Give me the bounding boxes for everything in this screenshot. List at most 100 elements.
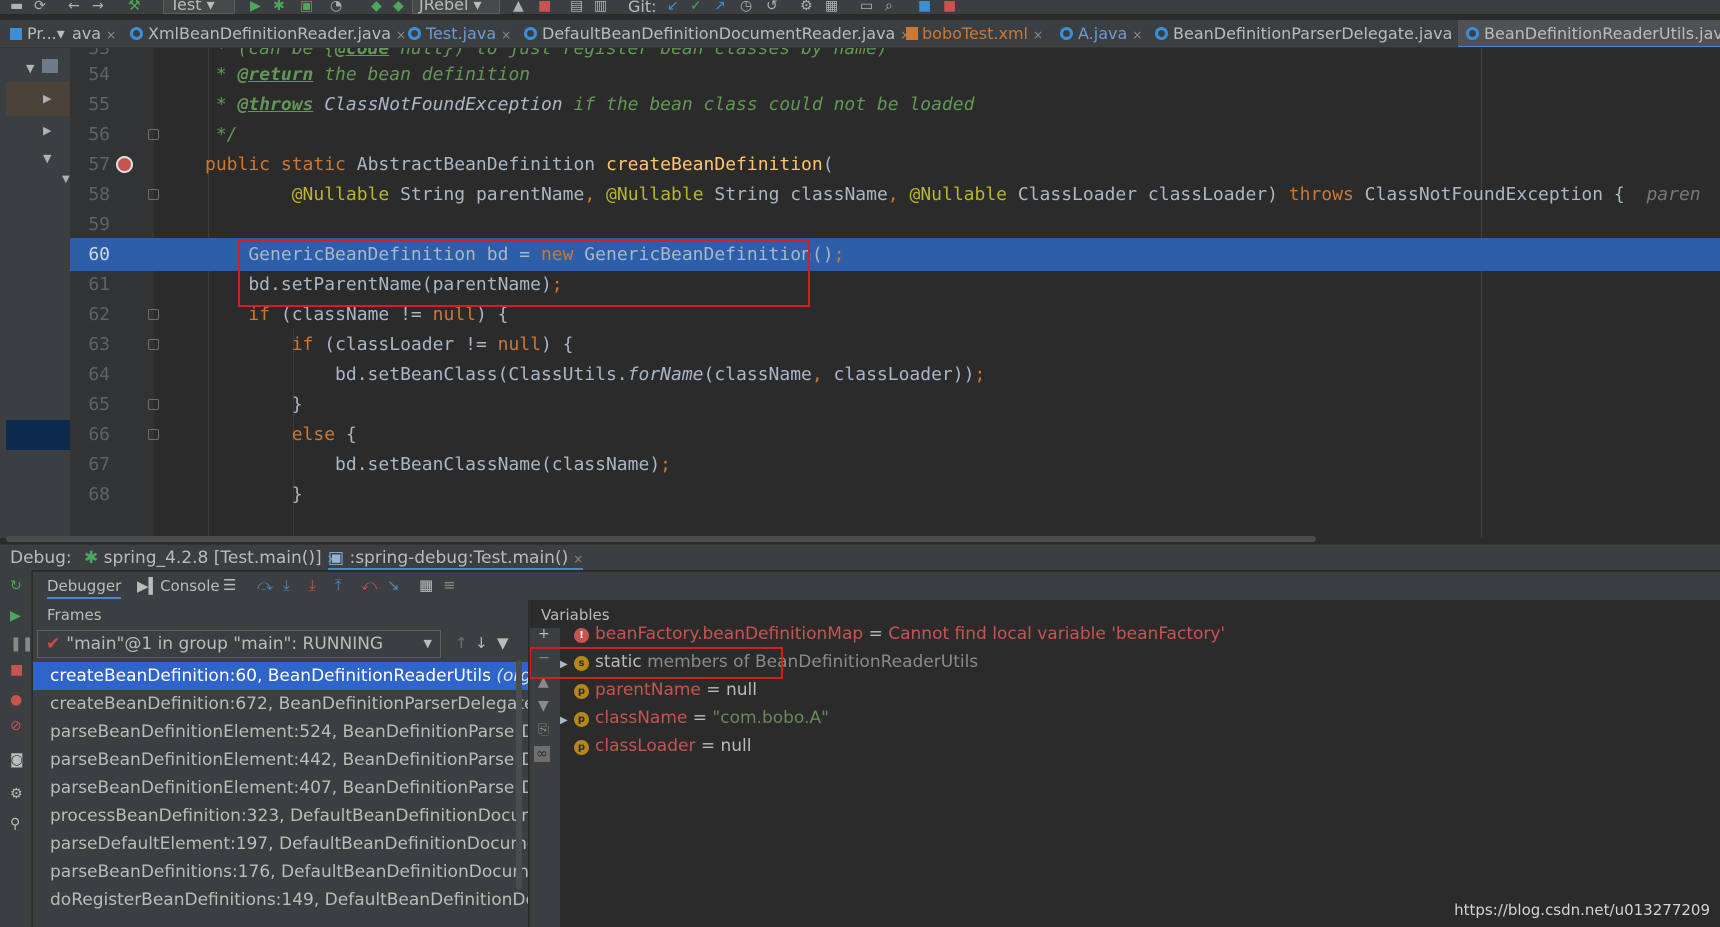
variable-row[interactable]: p parentName = null <box>560 676 757 704</box>
frames-scrollbar[interactable] <box>516 660 522 890</box>
vcs-icon[interactable]: ▤ <box>570 0 583 14</box>
stack-frame-item[interactable]: parseDefaultElement:197, DefaultBeanDefi… <box>33 830 528 858</box>
menu-icon[interactable]: ☰ <box>223 576 236 594</box>
debug-session-tab-active[interactable]: ▣ :spring-debug:Test.main() × <box>328 548 584 570</box>
stack-frame-item[interactable]: createBeanDefinition:60, BeanDefinitionR… <box>33 662 528 690</box>
translate-icon[interactable]: ■ <box>918 0 931 14</box>
copy-icon[interactable]: ⎘ <box>538 722 549 738</box>
stop-icon[interactable]: ■ <box>10 662 23 678</box>
editor-horizontal-scrollbar[interactable] <box>6 536 1316 542</box>
variable-row[interactable]: ! beanFactory.beanDefinitionMap = Cannot … <box>560 620 1225 648</box>
arrow-up-icon[interactable]: ↑ <box>455 634 468 652</box>
fold-icon[interactable] <box>148 309 159 320</box>
terminal-icon[interactable]: ▭ <box>860 0 873 14</box>
thread-select[interactable]: ✔ "main"@1 in group "main": RUNNING ▼ <box>37 630 441 658</box>
step-out-icon[interactable]: ⤒ <box>335 576 342 594</box>
step-over-icon[interactable]: ⤼ <box>257 576 273 594</box>
structure-icon[interactable]: ▦ <box>825 0 838 14</box>
filter-icon[interactable]: ▼ <box>497 634 509 652</box>
move-down-icon[interactable]: ▼ <box>538 698 549 714</box>
stop-icon[interactable]: ■ <box>538 0 551 14</box>
search-icon[interactable]: ⌕ <box>885 0 893 14</box>
watches-icon[interactable]: ∞ <box>534 746 550 762</box>
rerun-icon[interactable]: ↻ <box>10 578 22 594</box>
expand-arrow-icon[interactable]: ▶ <box>560 707 574 735</box>
tab-bean-definition-parser-delegate[interactable]: BeanDefinitionParserDelegate.java× <box>1155 20 1468 47</box>
run-icon[interactable]: ▶ <box>250 0 261 14</box>
history-icon[interactable]: ◷ <box>740 0 752 14</box>
coverage-icon[interactable]: ▣ <box>300 0 313 14</box>
settings-icon[interactable]: ⚙ <box>10 786 23 802</box>
arrow-down-icon[interactable]: ↓ <box>475 634 488 652</box>
stack-frame-item[interactable]: parseBeanDefinitions:176, DefaultBeanDef… <box>33 858 528 886</box>
tab-test[interactable]: Test.java × <box>408 20 511 47</box>
vcs-update-icon[interactable]: ▥ <box>594 0 607 14</box>
stack-frame-item[interactable]: doRegisterBeanDefinitions:149, DefaultBe… <box>33 886 528 914</box>
jrebel-debug-icon[interactable]: ◆ <box>393 0 404 14</box>
chevron-right-icon[interactable]: ▶ <box>43 124 51 137</box>
pin-icon[interactable]: ⚲ <box>10 816 20 832</box>
chevron-right-icon[interactable]: ▶ <box>43 92 51 105</box>
tab-debugger[interactable]: Debugger <box>47 577 122 599</box>
plugin-icon[interactable]: ■ <box>943 0 956 14</box>
close-icon[interactable]: × <box>1033 28 1043 42</box>
drop-frame-icon[interactable]: ⤺ <box>361 576 377 594</box>
mute-breakpoints-icon[interactable]: ⊘ <box>10 718 22 734</box>
project-tree-row-selected[interactable] <box>6 420 70 450</box>
pause-icon[interactable]: ❚❚ <box>10 636 33 652</box>
evaluate-icon[interactable]: ▦ <box>419 576 433 594</box>
step-into-icon[interactable]: ⤓ <box>283 576 290 594</box>
tab-project[interactable]: Pr...▾ <box>10 20 65 47</box>
build-icon[interactable]: ⚒ <box>128 0 141 14</box>
tab-ava[interactable]: ava × <box>72 20 116 47</box>
forward-icon[interactable]: → <box>92 0 104 14</box>
git-update-icon[interactable]: ↙ <box>667 0 679 14</box>
sync-icon[interactable]: ⟳ <box>34 0 46 14</box>
stack-frame-item[interactable]: parseBeanDefinitionElement:442, BeanDefi… <box>33 746 528 774</box>
view-breakpoints-icon[interactable]: ● <box>10 692 22 708</box>
variable-row[interactable]: p classLoader = null <box>560 732 752 760</box>
profile-icon[interactable]: ◔ <box>330 0 342 14</box>
stack-frame-item[interactable]: createBeanDefinition:672, BeanDefinition… <box>33 690 528 718</box>
attach-icon[interactable]: ▲ <box>513 0 524 14</box>
method-breakpoint-icon[interactable] <box>116 156 133 173</box>
back-icon[interactable]: ← <box>68 0 80 14</box>
tab-default-bean-definition-document-reader[interactable]: DefaultBeanDefinitionDocumentReader.java… <box>524 20 910 47</box>
debug-icon[interactable]: ✱ <box>273 0 285 14</box>
chevron-down-icon[interactable]: ▼ <box>26 62 34 75</box>
force-step-into-icon[interactable]: ⤓ <box>309 576 316 594</box>
camera-icon[interactable]: ◙ <box>10 752 24 768</box>
add-watch-icon[interactable]: + <box>538 626 550 642</box>
save-icon[interactable]: ▬ <box>10 0 23 14</box>
code-editor[interactable]: 53 * (can be {@code null}) to just regis… <box>70 48 1720 538</box>
fold-icon[interactable] <box>148 189 159 200</box>
close-icon[interactable]: × <box>1132 28 1142 42</box>
close-icon[interactable]: × <box>396 28 406 42</box>
tab-bean-definition-reader-utils[interactable]: BeanDefinitionReaderUtils.java <box>1458 20 1720 47</box>
jrebel-run-icon[interactable]: ◆ <box>371 0 382 14</box>
jrebel-select[interactable]: JRebel ▾ <box>412 0 500 14</box>
git-commit-icon[interactable]: ✓ <box>690 0 702 14</box>
trace-icon[interactable]: ≡ <box>443 576 456 594</box>
stack-frame-item[interactable]: parseBeanDefinitionElement:407, BeanDefi… <box>33 774 528 802</box>
tab-xml-bean-definition-reader[interactable]: XmlBeanDefinitionReader.java × <box>130 20 406 47</box>
run-config-select[interactable]: Test ▾ <box>163 0 235 14</box>
tab-bobo-test-xml[interactable]: boboTest.xml × <box>906 20 1043 47</box>
fold-icon[interactable] <box>148 429 159 440</box>
fold-icon[interactable] <box>148 399 159 410</box>
close-icon[interactable]: × <box>501 28 511 42</box>
tab-console[interactable]: ▶▍Console <box>137 577 220 595</box>
close-icon[interactable]: × <box>106 28 116 42</box>
debug-session-tab[interactable]: ✱ spring_4.2.8 [Test.main()] × <box>84 548 337 568</box>
variable-row[interactable]: ▶ p className = "com.bobo.A" <box>560 704 829 732</box>
git-push-icon[interactable]: ↗ <box>714 0 726 14</box>
wrench-icon[interactable]: ⚙ <box>800 0 813 14</box>
tab-a-java[interactable]: A.java × <box>1060 20 1142 47</box>
stack-frame-item[interactable]: parseBeanDefinitionElement:524, BeanDefi… <box>33 718 528 746</box>
close-icon[interactable]: × <box>573 552 583 566</box>
fold-icon[interactable] <box>148 339 159 350</box>
stack-frame-item[interactable]: processBeanDefinition:323, DefaultBeanDe… <box>33 802 528 830</box>
project-tree-row[interactable] <box>6 82 70 116</box>
resume-icon[interactable]: ▶ <box>10 608 21 624</box>
chevron-down-icon[interactable]: ▼ <box>62 174 70 185</box>
